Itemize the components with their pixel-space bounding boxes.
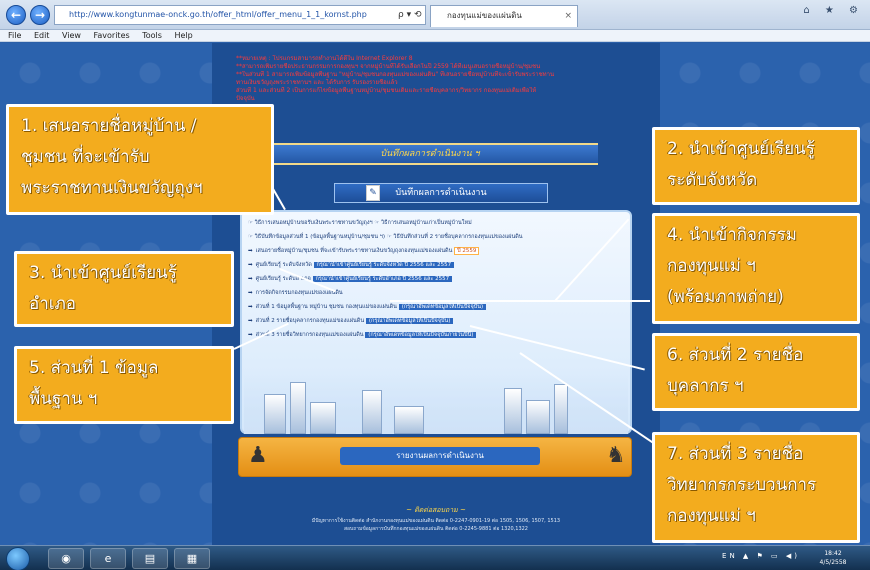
callout-1: 1. เสนอรายชื่อหมู่บ้าน / ชุมชน ที่จะเข้า… xyxy=(6,104,274,215)
menu-edit[interactable]: Edit xyxy=(34,31,50,40)
taskbar: ◉ e ▤ ▦ EN ▲ ⚑ ▭ ◀) 18:42 4/5/2558 xyxy=(0,545,870,570)
menu-link-province-center[interactable]: ➡ ศูนย์เรียนรู้ ระดับจังหวัด กรุณานำเข้าศ… xyxy=(248,258,624,272)
tab-title: กองทุนแม่ของแผ่นดิน xyxy=(447,11,522,20)
notice-line: ทานเงินขวัญถุงพระราชทานฯ และ ได้รับการ ร… xyxy=(236,79,398,86)
menu-link-part-1[interactable]: ➡ ส่วนที่ 1 ข้อมูลพื้นฐาน หมู่บ้าน ชุมชน … xyxy=(248,300,624,314)
pencil-icon: ✎ xyxy=(366,185,380,201)
report-results-button[interactable]: รายงานผลการดำเนินงาน xyxy=(340,447,540,465)
callout-6: 6. ส่วนที่ 2 รายชื่อ บุคลากร ฯ xyxy=(652,333,860,411)
callout-3: 3. นำเข้าศูนย์เรียนรู้ อำเภอ xyxy=(14,251,234,327)
footer-contact: มีปัญหาการใช้งานติดต่อ สำนักงานกองทุนแม่… xyxy=(212,517,660,533)
address-bar[interactable]: http://www.kongtunmae-onck.go.th/offer_h… xyxy=(54,5,426,25)
browser-toolbar-icons[interactable]: ⌂ ★ ⚙ xyxy=(803,5,864,16)
menu-favorites[interactable]: Favorites xyxy=(94,31,130,40)
notice-line: ปัจจุบัน xyxy=(236,95,255,102)
building-icon xyxy=(526,400,550,434)
taskbar-chrome-icon[interactable]: ◉ xyxy=(48,548,84,569)
footer-title: ~ ติดต่อสอบถาม ~ xyxy=(406,506,466,514)
callout-2: 2. นำเข้าศูนย์เรียนรู้ ระดับจังหวัด xyxy=(652,127,860,205)
menu-bar: File Edit View Favorites Tools Help xyxy=(0,30,870,42)
menu-link-nominate-village[interactable]: ➡ เสนอรายชื่อหมู่บ้าน/ชุมชน ที่จะเข้ารับพ… xyxy=(248,244,624,258)
building-icon xyxy=(394,406,424,434)
menu-file[interactable]: File xyxy=(8,31,21,40)
presenter-icon: ♞ xyxy=(606,443,626,468)
notice-line: **ในส่วนที่ 1 สามารถเพิ่มข้อมูลพื้นฐาน "… xyxy=(236,71,555,78)
forward-button[interactable]: → xyxy=(30,5,50,25)
connector-line xyxy=(390,300,650,302)
footer-line: สอบถามข้อมูลการบันทึกกองทุนแม่ของแผ่นดิน… xyxy=(343,526,528,532)
building-icon xyxy=(290,382,306,434)
callout-7: 7. ส่วนที่ 3 รายชื่อ วิทยากรกระบวนการ กอ… xyxy=(652,432,860,543)
close-tab-icon[interactable]: × xyxy=(564,6,572,26)
notice-line: ส่วนที่ 1 และส่วนที่ 2 เป็นการแก้ไขข้อมู… xyxy=(236,87,537,94)
building-icon xyxy=(310,402,336,434)
system-tray[interactable]: EN ▲ ⚑ ▭ ◀) xyxy=(722,552,800,560)
clock-date: 4/5/2558 xyxy=(819,559,847,566)
menu-link-guide-2[interactable]: ☞ วิธีบันทึกข้อมูลส่วนที่ 1 (ข้อมูลพื้นฐ… xyxy=(248,230,624,244)
callout-5: 5. ส่วนที่ 1 ข้อมูล พื้นฐาน ฯ xyxy=(14,346,234,424)
clock[interactable]: 18:42 4/5/2558 xyxy=(806,549,860,567)
callout-4: 4. นำเข้ากิจกรรม กองทุนแม่ ฯ (พร้อมภาพถ่… xyxy=(652,213,860,324)
footer-line: มีปัญหาการใช้งานติดต่อ สำนักงานกองทุนแม่… xyxy=(311,518,561,524)
browser-tab[interactable]: กองทุนแม่ของแผ่นดิน × xyxy=(430,5,578,27)
taskbar-app-icon[interactable]: ▦ xyxy=(174,548,210,569)
menu-link-guide-1[interactable]: ☞ วิธีการเสนอหมู่บ้านขอรับเงินพระราชทานข… xyxy=(248,216,624,230)
address-controls[interactable]: ρ ▾ ⟲ xyxy=(398,5,426,25)
back-button[interactable]: ← xyxy=(6,5,26,25)
building-icon xyxy=(264,394,286,434)
city-illustration xyxy=(244,370,628,434)
menu-link-part-2[interactable]: ➡ ส่วนที่ 2 รายชื่อบุคลากรกองทุนแม่ของแผ่… xyxy=(248,314,624,328)
building-icon xyxy=(504,388,522,434)
browser-titlebar: ← → http://www.kongtunmae-onck.go.th/off… xyxy=(0,0,870,30)
notice-line: **หมายเหตุ : โปรแกรมสามารถทำงานได้ดีใน I… xyxy=(236,55,413,62)
menu-help[interactable]: Help xyxy=(174,31,192,40)
menu-tools[interactable]: Tools xyxy=(142,31,162,40)
section-banner: บันทึกผลการดำเนินงาน ฯ xyxy=(262,143,598,165)
building-icon xyxy=(362,390,382,434)
start-button[interactable] xyxy=(6,547,30,570)
notice-text: **หมายเหตุ : โปรแกรมสามารถทำงานได้ดีใน I… xyxy=(236,55,646,103)
notice-line: **สามารถเพิ่มรายชื่อประธานกรรมการกองทุนฯ… xyxy=(236,63,541,70)
taskbar-explorer-icon[interactable]: ▤ xyxy=(132,548,168,569)
taskbar-ie-icon[interactable]: e xyxy=(90,548,126,569)
clock-time: 18:42 xyxy=(824,550,842,557)
year-badge: ปี 2559 xyxy=(454,247,480,255)
building-icon xyxy=(554,384,568,434)
menu-link-part-3[interactable]: ➡ ส่วนที่ 3 รายชื่อวิทยากรกองทุนแม่ของแผ่… xyxy=(248,328,624,342)
person-icon: ♟ xyxy=(248,443,268,468)
menu-view[interactable]: View xyxy=(62,31,81,40)
